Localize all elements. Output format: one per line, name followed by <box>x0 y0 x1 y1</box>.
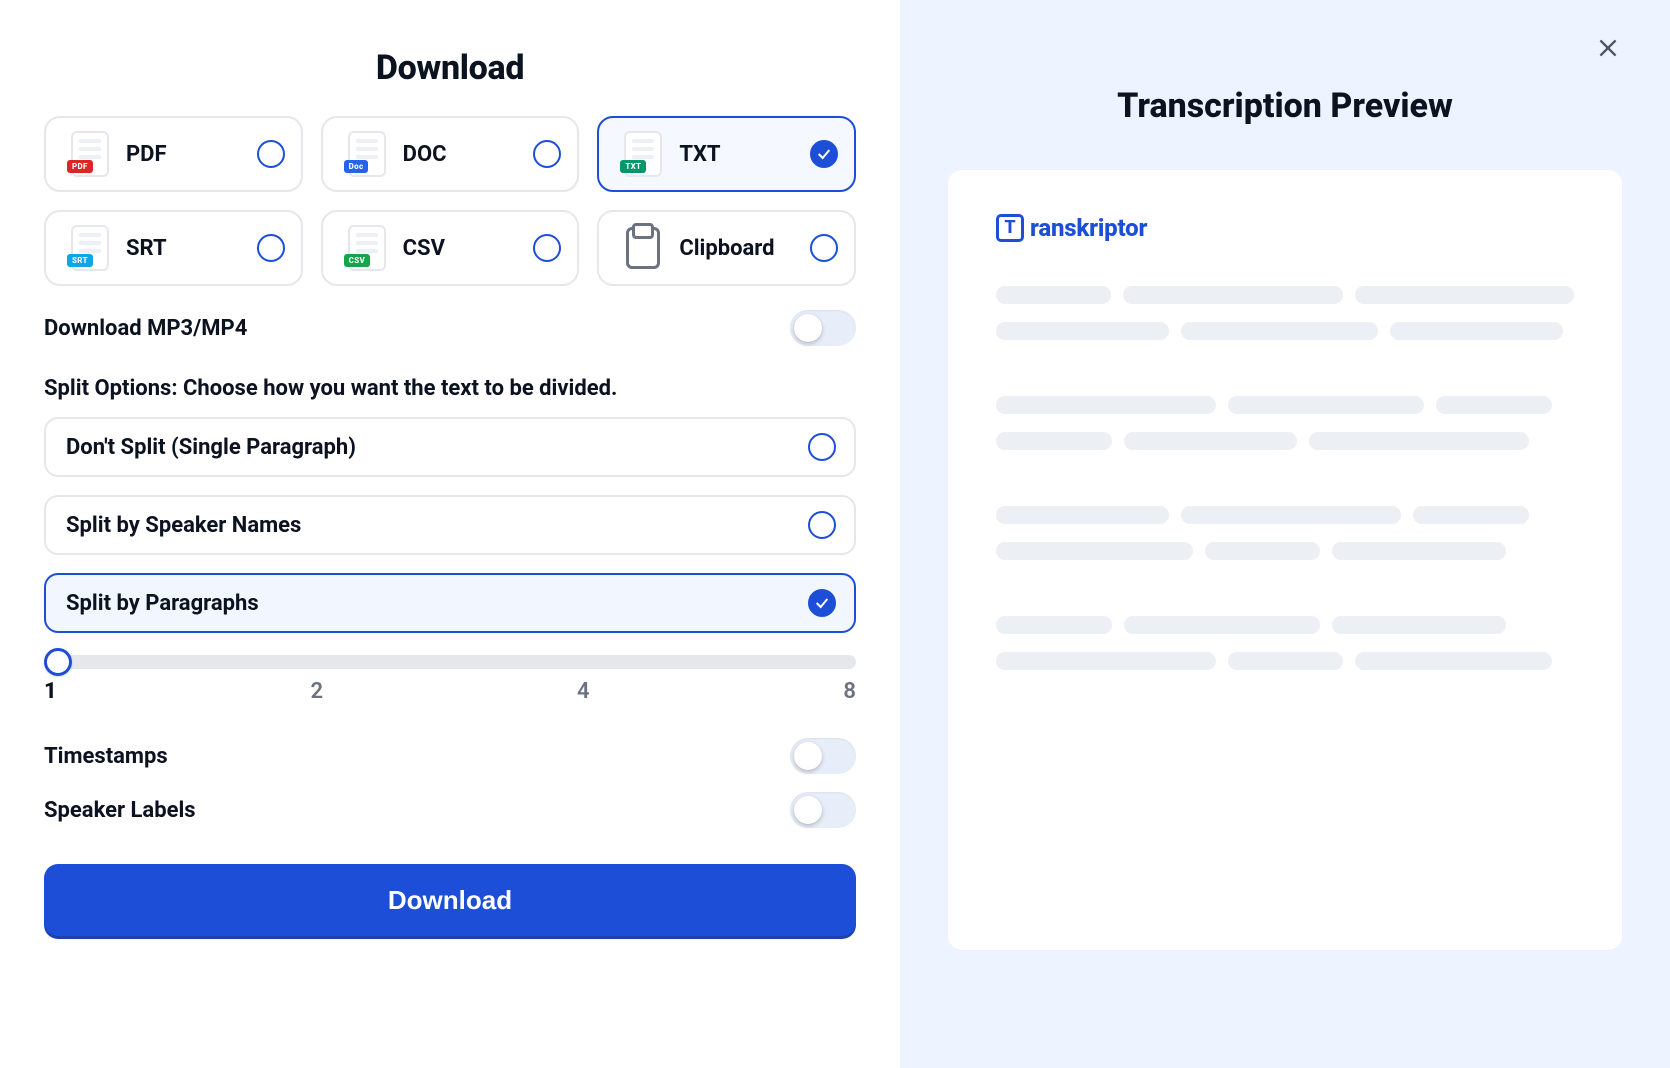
radio-icon <box>533 234 561 262</box>
file-icon: CSV <box>339 220 395 276</box>
split-paragraphs[interactable]: Split by Paragraphs <box>44 573 856 633</box>
slider-thumb[interactable] <box>44 648 72 676</box>
toggle-speakerlabels-row: Speaker Labels <box>44 792 856 828</box>
preview-skeleton-group <box>996 396 1574 450</box>
page-title: Download <box>44 48 856 88</box>
radio-icon <box>533 140 561 168</box>
toggle-timestamps[interactable] <box>790 738 856 774</box>
toggle-label: Download MP3/MP4 <box>44 316 247 341</box>
format-label: CSV <box>403 236 445 261</box>
split-options-label: Split Options: Choose how you want the t… <box>44 376 856 401</box>
file-icon: Doc <box>339 126 395 182</box>
preview-skeleton-group <box>996 616 1574 670</box>
format-label: PDF <box>126 142 167 167</box>
format-txt[interactable]: TXT TXT <box>597 116 856 192</box>
radio-icon <box>808 433 836 461</box>
toggle-timestamps-row: Timestamps <box>44 738 856 774</box>
file-icon: TXT <box>615 126 671 182</box>
preview-skeleton-group <box>996 286 1574 340</box>
format-csv[interactable]: CSV CSV <box>321 210 580 286</box>
split-speakers[interactable]: Split by Speaker Names <box>44 495 856 555</box>
radio-icon <box>808 511 836 539</box>
clipboard-icon <box>615 220 671 276</box>
toggle-label: Speaker Labels <box>44 798 196 823</box>
format-grid: PDF PDF Doc DOC TXT TXT <box>44 116 856 286</box>
toggle-mp3mp4[interactable] <box>790 310 856 346</box>
slider-tick: 1 <box>44 679 57 704</box>
format-label: Clipboard <box>679 236 774 261</box>
radio-checked-icon <box>808 589 836 617</box>
toggle-speakerlabels[interactable] <box>790 792 856 828</box>
split-options: Don't Split (Single Paragraph) Split by … <box>44 417 856 633</box>
split-option-label: Split by Paragraphs <box>66 591 259 616</box>
download-button[interactable]: Download <box>44 864 856 936</box>
format-doc[interactable]: Doc DOC <box>321 116 580 192</box>
slider-tick: 2 <box>311 679 324 704</box>
file-icon: SRT <box>62 220 118 276</box>
format-srt[interactable]: SRT SRT <box>44 210 303 286</box>
close-icon[interactable] <box>1590 30 1626 66</box>
format-label: TXT <box>679 142 720 167</box>
split-none[interactable]: Don't Split (Single Paragraph) <box>44 417 856 477</box>
split-option-label: Don't Split (Single Paragraph) <box>66 435 356 460</box>
slider-tick: 4 <box>577 679 590 704</box>
brand-logo: T ranskriptor <box>996 214 1574 242</box>
toggle-mp3mp4-row: Download MP3/MP4 <box>44 310 856 346</box>
preview-title: Transcription Preview <box>948 86 1622 126</box>
format-label: SRT <box>126 236 167 261</box>
split-option-label: Split by Speaker Names <box>66 513 301 538</box>
radio-icon <box>810 234 838 262</box>
format-clipboard[interactable]: Clipboard <box>597 210 856 286</box>
slider-tick: 8 <box>843 679 856 704</box>
radio-checked-icon <box>810 140 838 168</box>
paragraph-slider[interactable]: 1 2 4 8 <box>44 655 856 704</box>
logo-mark-icon: T <box>996 214 1024 242</box>
slider-ticks: 1 2 4 8 <box>44 679 856 704</box>
file-icon: PDF <box>62 126 118 182</box>
radio-icon <box>257 234 285 262</box>
format-label: DOC <box>403 142 447 167</box>
radio-icon <box>257 140 285 168</box>
toggle-label: Timestamps <box>44 744 168 769</box>
logo-text: ranskriptor <box>1030 214 1147 242</box>
preview-sheet: T ranskriptor <box>948 170 1622 950</box>
preview-skeleton-group <box>996 506 1574 560</box>
format-pdf[interactable]: PDF PDF <box>44 116 303 192</box>
